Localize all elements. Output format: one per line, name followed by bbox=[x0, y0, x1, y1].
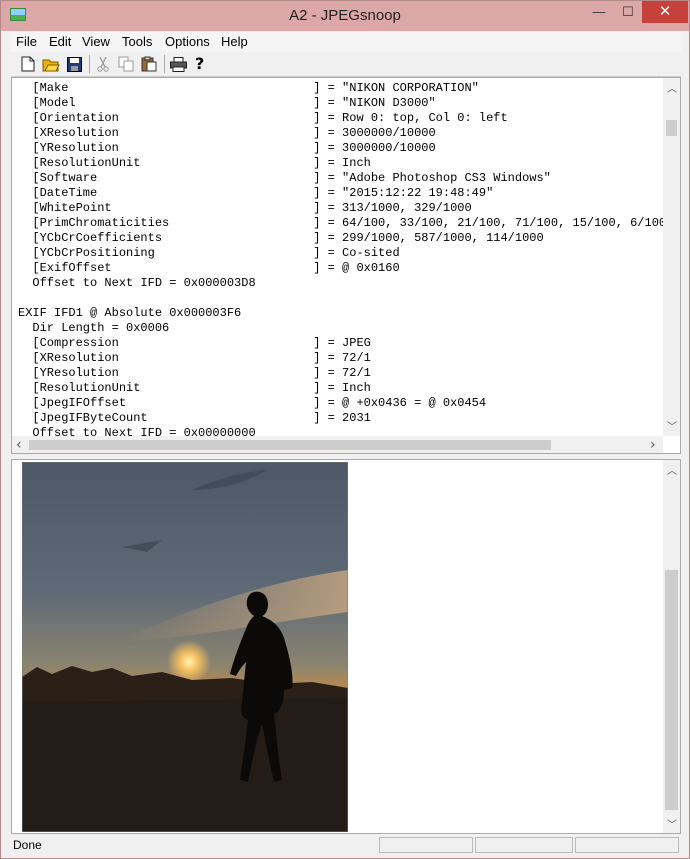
menu-tools[interactable]: Tools bbox=[122, 34, 152, 49]
scroll-down-arrow-icon[interactable]: ﹀ bbox=[667, 816, 677, 831]
scroll-thumb[interactable] bbox=[29, 440, 551, 450]
cut-icon[interactable] bbox=[94, 55, 112, 73]
log-line: [YCbCrCoefficients ] = 299/1000, 587/100… bbox=[18, 231, 544, 245]
scroll-up-arrow-icon[interactable]: ︿ bbox=[667, 462, 677, 477]
help-icon[interactable]: ? bbox=[192, 55, 210, 73]
scroll-thumb[interactable] bbox=[665, 570, 678, 810]
maximize-button[interactable]: ☐ bbox=[614, 1, 642, 23]
log-line: [Orientation ] = Row 0: top, Col 0: left bbox=[18, 111, 508, 125]
scroll-left-arrow-icon[interactable]: ‹ bbox=[16, 437, 22, 453]
log-line: EXIF IFD1 @ Absolute 0x000003F6 bbox=[18, 306, 242, 320]
log-line: Offset to Next IFD = 0x000003D8 bbox=[18, 276, 256, 290]
svg-text:?: ? bbox=[195, 55, 204, 73]
open-folder-icon[interactable] bbox=[42, 55, 60, 73]
status-text: Done bbox=[13, 838, 42, 852]
scroll-up-arrow-icon[interactable]: ︿ bbox=[667, 80, 677, 95]
status-cell bbox=[475, 837, 573, 853]
image-pane[interactable]: ︿ ﹀ bbox=[11, 459, 681, 834]
log-vertical-scrollbar[interactable]: ︿ ﹀ bbox=[663, 78, 680, 436]
status-cell bbox=[575, 837, 679, 853]
photo-preview bbox=[22, 462, 348, 832]
close-button[interactable]: ✕ bbox=[642, 1, 688, 23]
menu-edit[interactable]: Edit bbox=[49, 34, 71, 49]
status-bar: Done bbox=[11, 835, 681, 855]
app-window: A2 - JPEGsnoop — ☐ ✕ File Edit View Tool… bbox=[0, 0, 690, 859]
log-line: [XResolution ] = 3000000/10000 bbox=[18, 126, 436, 140]
menu-file[interactable]: File bbox=[16, 34, 37, 49]
minimize-button[interactable]: — bbox=[584, 1, 614, 23]
scroll-thumb[interactable] bbox=[666, 120, 677, 136]
log-line: [Software ] = "Adobe Photoshop CS3 Windo… bbox=[18, 171, 551, 185]
log-line: [ExifOffset ] = @ 0x0160 bbox=[18, 261, 400, 275]
toolbar: ? bbox=[11, 52, 681, 77]
log-line: [ResolutionUnit ] = Inch bbox=[18, 156, 371, 170]
log-line: [Compression ] = JPEG bbox=[18, 336, 371, 350]
save-disk-icon[interactable] bbox=[65, 55, 83, 73]
copy-icon[interactable] bbox=[117, 55, 135, 73]
log-line: [JpegIFOffset ] = @ +0x0436 = @ 0x0454 bbox=[18, 396, 487, 410]
status-cell bbox=[379, 837, 473, 853]
menu-help[interactable]: Help bbox=[221, 34, 248, 49]
toolbar-separator bbox=[164, 55, 165, 73]
log-line: [PrimChromaticities ] = 64/100, 33/100, … bbox=[18, 216, 667, 230]
log-line: [YCbCrPositioning ] = Co-sited bbox=[18, 246, 400, 260]
print-icon[interactable] bbox=[169, 55, 187, 73]
log-line: [YResolution ] = 3000000/10000 bbox=[18, 141, 436, 155]
log-line: [ResolutionUnit ] = Inch bbox=[18, 381, 371, 395]
paste-icon[interactable] bbox=[140, 55, 158, 73]
menu-options[interactable]: Options bbox=[165, 34, 210, 49]
new-document-icon[interactable] bbox=[19, 55, 37, 73]
title-bar[interactable]: A2 - JPEGsnoop — ☐ ✕ bbox=[1, 1, 689, 31]
log-line: [Make ] = "NIKON CORPORATION" bbox=[18, 81, 479, 95]
image-vertical-scrollbar[interactable]: ︿ ﹀ bbox=[663, 460, 680, 833]
log-line: [WhitePoint ] = 313/1000, 329/1000 bbox=[18, 201, 472, 215]
menu-view[interactable]: View bbox=[82, 34, 110, 49]
log-line: [DateTime ] = "2015:12:22 19:48:49" bbox=[18, 186, 494, 200]
menu-bar: File Edit View Tools Options Help bbox=[11, 32, 681, 52]
log-line: [XResolution ] = 72/1 bbox=[18, 351, 371, 365]
toolbar-separator bbox=[89, 55, 90, 73]
log-line: Dir Length = 0x0006 bbox=[18, 321, 170, 335]
log-line: [Model ] = "NIKON D3000" bbox=[18, 96, 436, 110]
log-text[interactable]: [Make ] = "NIKON CORPORATION" [Model ] =… bbox=[18, 81, 666, 441]
log-line: [JpegIFByteCount ] = 2031 bbox=[18, 411, 371, 425]
log-line: [YResolution ] = 72/1 bbox=[18, 366, 371, 380]
scroll-right-arrow-icon[interactable]: › bbox=[650, 437, 656, 453]
log-pane[interactable]: [Make ] = "NIKON CORPORATION" [Model ] =… bbox=[11, 77, 681, 454]
scroll-down-arrow-icon[interactable]: ﹀ bbox=[667, 418, 677, 433]
log-horizontal-scrollbar[interactable]: ‹ › bbox=[12, 436, 663, 453]
